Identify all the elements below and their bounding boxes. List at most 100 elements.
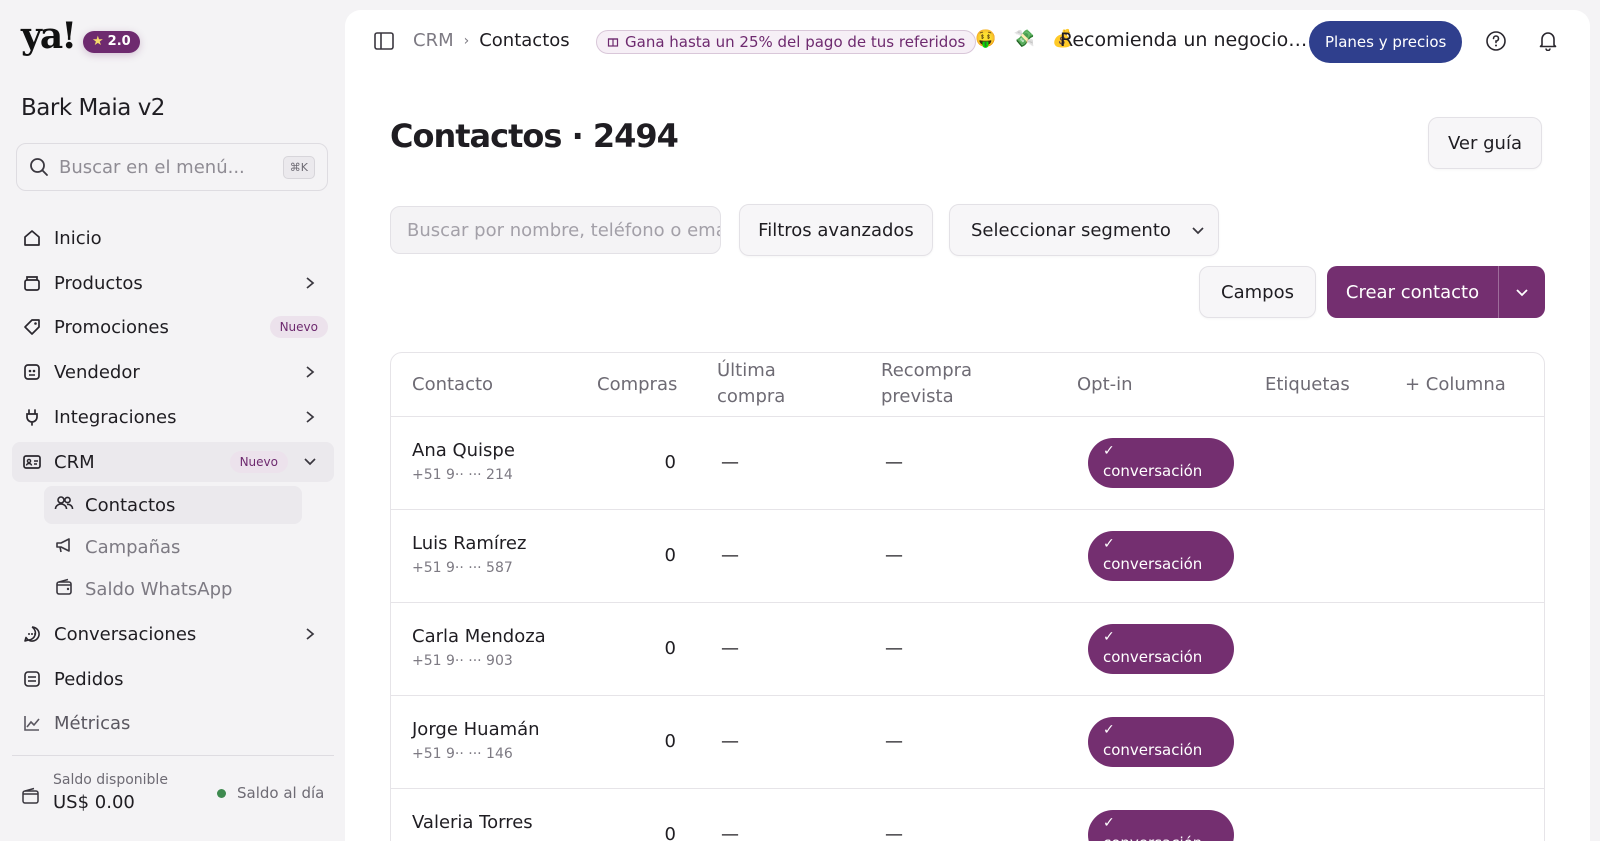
sidebar-item-conversaciones[interactable]: Conversaciones [12,614,334,654]
segment-select[interactable]: Seleccionar segmento [949,204,1219,256]
plans-button[interactable]: Planes y precios [1309,21,1463,63]
sidebar-subitem-campanas[interactable]: Campañas [44,528,302,566]
sidebar-item-label: Productos [54,272,143,294]
advanced-filters-button[interactable]: Filtros avanzados [739,204,933,256]
sidebar-item-inicio[interactable]: Inicio [12,218,334,258]
sidebar-subitem-label: Saldo WhatsApp [85,578,233,600]
purchases-count: 0 [664,824,676,841]
contact-name[interactable]: Jorge Huamán [412,719,540,740]
contact-name[interactable]: Carla Mendoza [412,626,546,647]
contact-phone: +51 9·· ··· 214 [412,467,513,483]
search-icon [30,158,48,176]
guide-button[interactable]: Ver guía [1428,117,1542,169]
balance-widget[interactable]: Saldo disponible US$ 0.00 Saldo al día [21,770,334,820]
column-header-contact[interactable]: Contacto [412,372,493,398]
chevron-down-icon [1515,283,1529,302]
id-card-icon [21,451,43,473]
column-header-optin[interactable]: Opt-in [1077,372,1133,398]
optin-badge: ✓conversación [1088,810,1234,841]
purchases-count: 0 [664,452,676,473]
table-row[interactable]: Ana Quispe +51 9·· ··· 214 0 — — ✓ conver… [391,417,1544,510]
sidebar-item-label: Promociones [54,316,169,338]
optin-badge: ✓conversación [1088,531,1234,581]
sidebar-divider [12,755,334,756]
help-icon[interactable] [1485,30,1507,56]
create-contact-button[interactable]: Crear contacto [1327,266,1499,318]
breadcrumb: CRM › Contactos [413,30,570,51]
workspace-name[interactable]: Bark Maia v2 [21,95,165,121]
version-badge[interactable]: ★ 2.0 [83,31,140,53]
balance-label: Saldo disponible [53,772,168,788]
sidebar-subitem-saldo-whatsapp[interactable]: Saldo WhatsApp [44,570,302,608]
new-badge: Nuevo [269,316,328,338]
check-icon: ✓ [1103,815,1115,831]
contact-phone: +51 9·· ··· 146 [412,746,513,762]
contact-phone: +51 9·· ··· 903 [412,653,513,669]
table-header: Contacto Compras Última compra Recompra … [391,353,1544,417]
create-options-dropdown[interactable] [1499,266,1545,318]
contact-name[interactable]: Luis Ramírez [412,533,526,554]
column-header-last-purchase[interactable]: Última compra [717,358,785,410]
contact-name[interactable]: Valeria Torres [412,812,533,833]
promo-text: Gana hasta un 25% del pago de tus referi… [625,33,966,51]
predicted-repurchase: — [885,545,903,566]
chevron-right-icon [300,407,320,427]
status-dot [217,789,226,798]
table-row[interactable]: Carla Mendoza +51 9·· ··· 903 0 — — ✓ con… [391,603,1544,696]
segment-label: Seleccionar segmento [971,219,1171,241]
sidebar-item-metricas[interactable]: Métricas [12,703,334,743]
wallet-icon [54,577,74,601]
sidebar: ya! ★ 2.0 Bark Maia v2 Buscar en el menú… [0,0,343,841]
app-logo[interactable]: ya! [21,16,77,56]
sidebar-item-promociones[interactable]: Promociones Nuevo [12,307,334,347]
optin-badge: ✓conversación [1088,438,1234,488]
purchases-count: 0 [664,731,676,752]
bell-icon[interactable] [1537,29,1559,55]
sidebar-item-integraciones[interactable]: Integraciones [12,397,334,437]
plug-icon [21,406,43,428]
breadcrumb-crm[interactable]: CRM [413,30,454,51]
header-line: compra [717,386,786,407]
shortcut-hint: ⌘K [282,155,315,179]
sidebar-item-label: Vendedor [54,361,140,383]
optin-label: conversación [1103,648,1203,666]
last-purchase: — [721,824,739,841]
breadcrumb-separator: › [463,32,470,49]
check-icon: ✓ [1103,722,1115,738]
contact-name[interactable]: Ana Quispe [412,440,515,461]
contact-search-input[interactable]: Buscar por nombre, teléfono o email [390,206,721,254]
predicted-repurchase: — [885,452,903,473]
breadcrumb-current: Contactos [479,30,570,51]
optin-label: conversación [1103,741,1203,759]
sidebar-item-productos[interactable]: Productos [12,263,334,303]
users-icon [54,493,74,517]
last-purchase: — [721,731,739,752]
sidebar-item-vendedor[interactable]: Vendedor [12,352,334,392]
table-row[interactable]: Valeria Torres 0 — — ✓conversación [391,789,1544,841]
column-header-repurchase[interactable]: Recompra prevista [881,358,972,410]
table-row[interactable]: Luis Ramírez +51 9·· ··· 587 0 — — ✓ conv… [391,510,1544,603]
new-badge: Nuevo [229,451,288,473]
sidebar-subitem-contactos[interactable]: Contactos [44,486,302,524]
column-header-tags[interactable]: Etiquetas [1265,372,1350,398]
table-row[interactable]: Jorge Huamán +51 9·· ··· 146 0 — — ✓ conv… [391,696,1544,789]
column-header-purchases[interactable]: Compras [597,372,677,398]
add-column-button[interactable]: + Columna [1405,372,1506,398]
referral-promo[interactable]: Gana hasta un 25% del pago de tus referi… [596,30,977,54]
sidebar-item-label: Pedidos [54,668,124,690]
tag-icon [21,316,43,338]
sidebar-item-crm[interactable]: CRM Nuevo [12,442,334,482]
menu-search-placeholder: Buscar en el menú... [59,156,245,178]
sidebar-item-label: CRM [54,451,95,473]
sidebar-item-pedidos[interactable]: Pedidos [12,659,334,699]
sidebar-item-label: Conversaciones [54,623,197,645]
contacts-table: Contacto Compras Última compra Recompra … [390,352,1545,841]
optin-label: conversación [1103,832,1234,841]
star-icon: ★ [92,34,104,49]
receipt-icon [21,668,43,690]
recommend-text[interactable]: Recomienda un negocio… [1060,29,1307,51]
sidebar-toggle-icon[interactable] [373,31,395,55]
menu-search-input[interactable]: Buscar en el menú... ⌘K [16,143,328,191]
predicted-repurchase: — [885,638,903,659]
fields-button[interactable]: Campos [1199,266,1316,318]
